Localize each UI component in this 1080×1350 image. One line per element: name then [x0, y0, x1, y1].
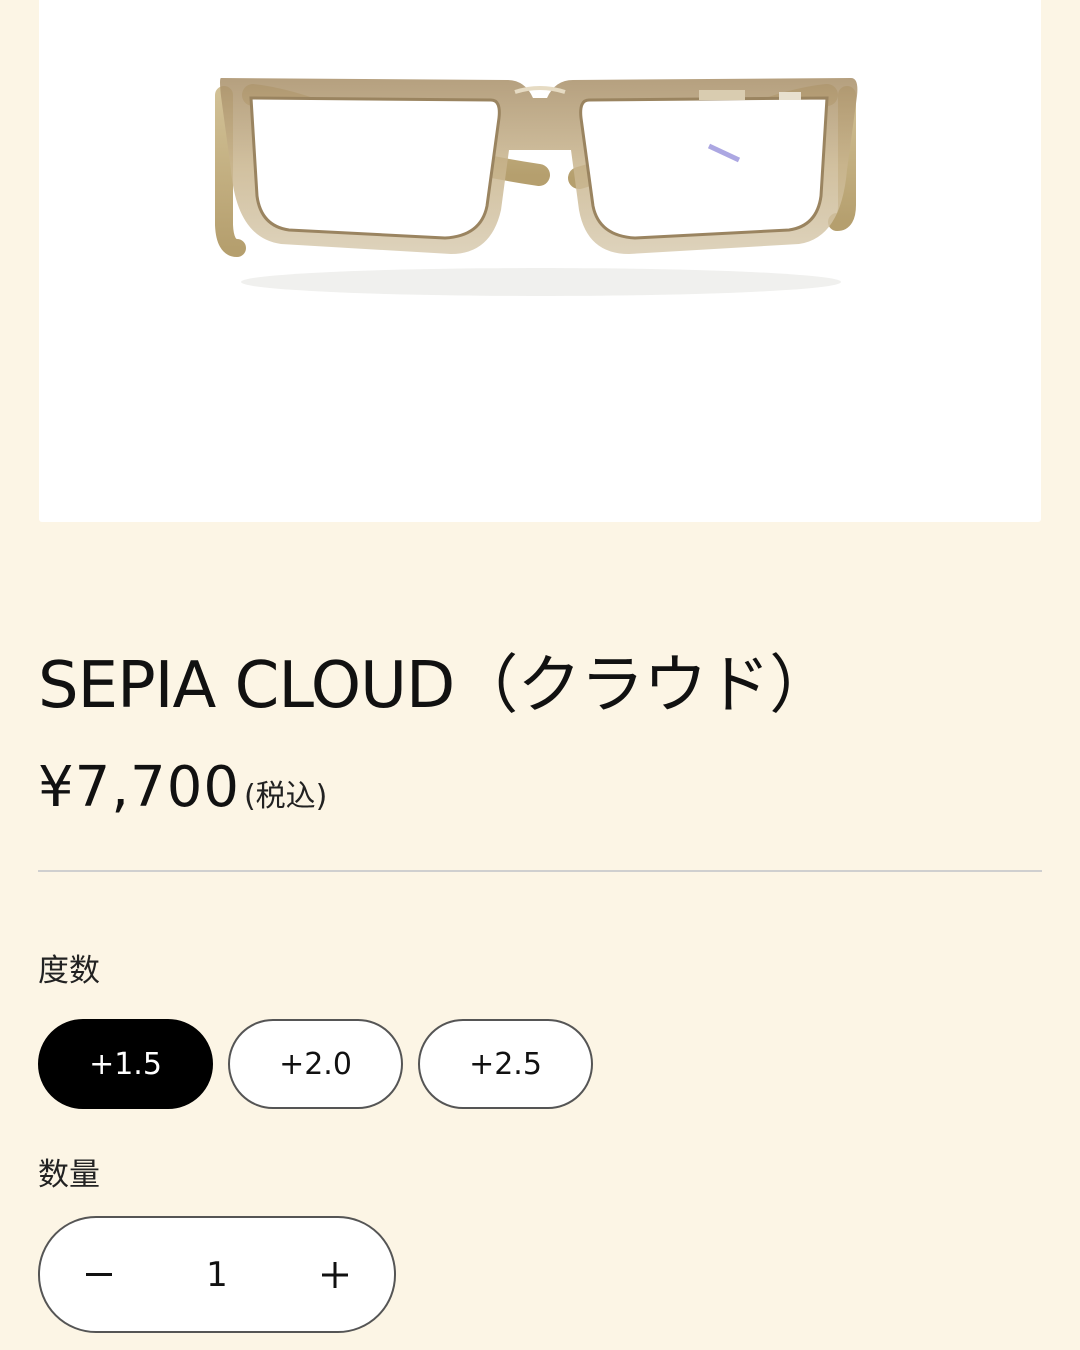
power-option-2-5[interactable]: +2.5 [418, 1019, 593, 1109]
quantity-stepper: 1 [38, 1216, 396, 1333]
eyeglasses-image [215, 78, 858, 296]
price-row: ¥7,700 (税込) [38, 756, 327, 820]
decrement-button[interactable] [40, 1218, 158, 1331]
minus-icon [86, 1272, 112, 1276]
quantity-label: 数量 [38, 1157, 100, 1193]
product-title: SEPIA CLOUD（クラウド） [38, 649, 833, 723]
tax-note: (税込) [243, 779, 328, 814]
power-option-2-0[interactable]: +2.0 [228, 1019, 403, 1109]
quantity-value[interactable]: 1 [158, 1218, 276, 1331]
divider [38, 870, 1042, 872]
increment-button[interactable] [276, 1218, 394, 1331]
plus-icon [322, 1261, 348, 1288]
power-option-1-5[interactable]: +1.5 [38, 1019, 213, 1109]
power-label: 度数 [38, 953, 100, 989]
power-options: +1.5 +2.0 +2.5 [38, 1019, 593, 1109]
product-price: ¥7,700 [38, 755, 240, 820]
product-image[interactable] [39, 0, 1041, 522]
